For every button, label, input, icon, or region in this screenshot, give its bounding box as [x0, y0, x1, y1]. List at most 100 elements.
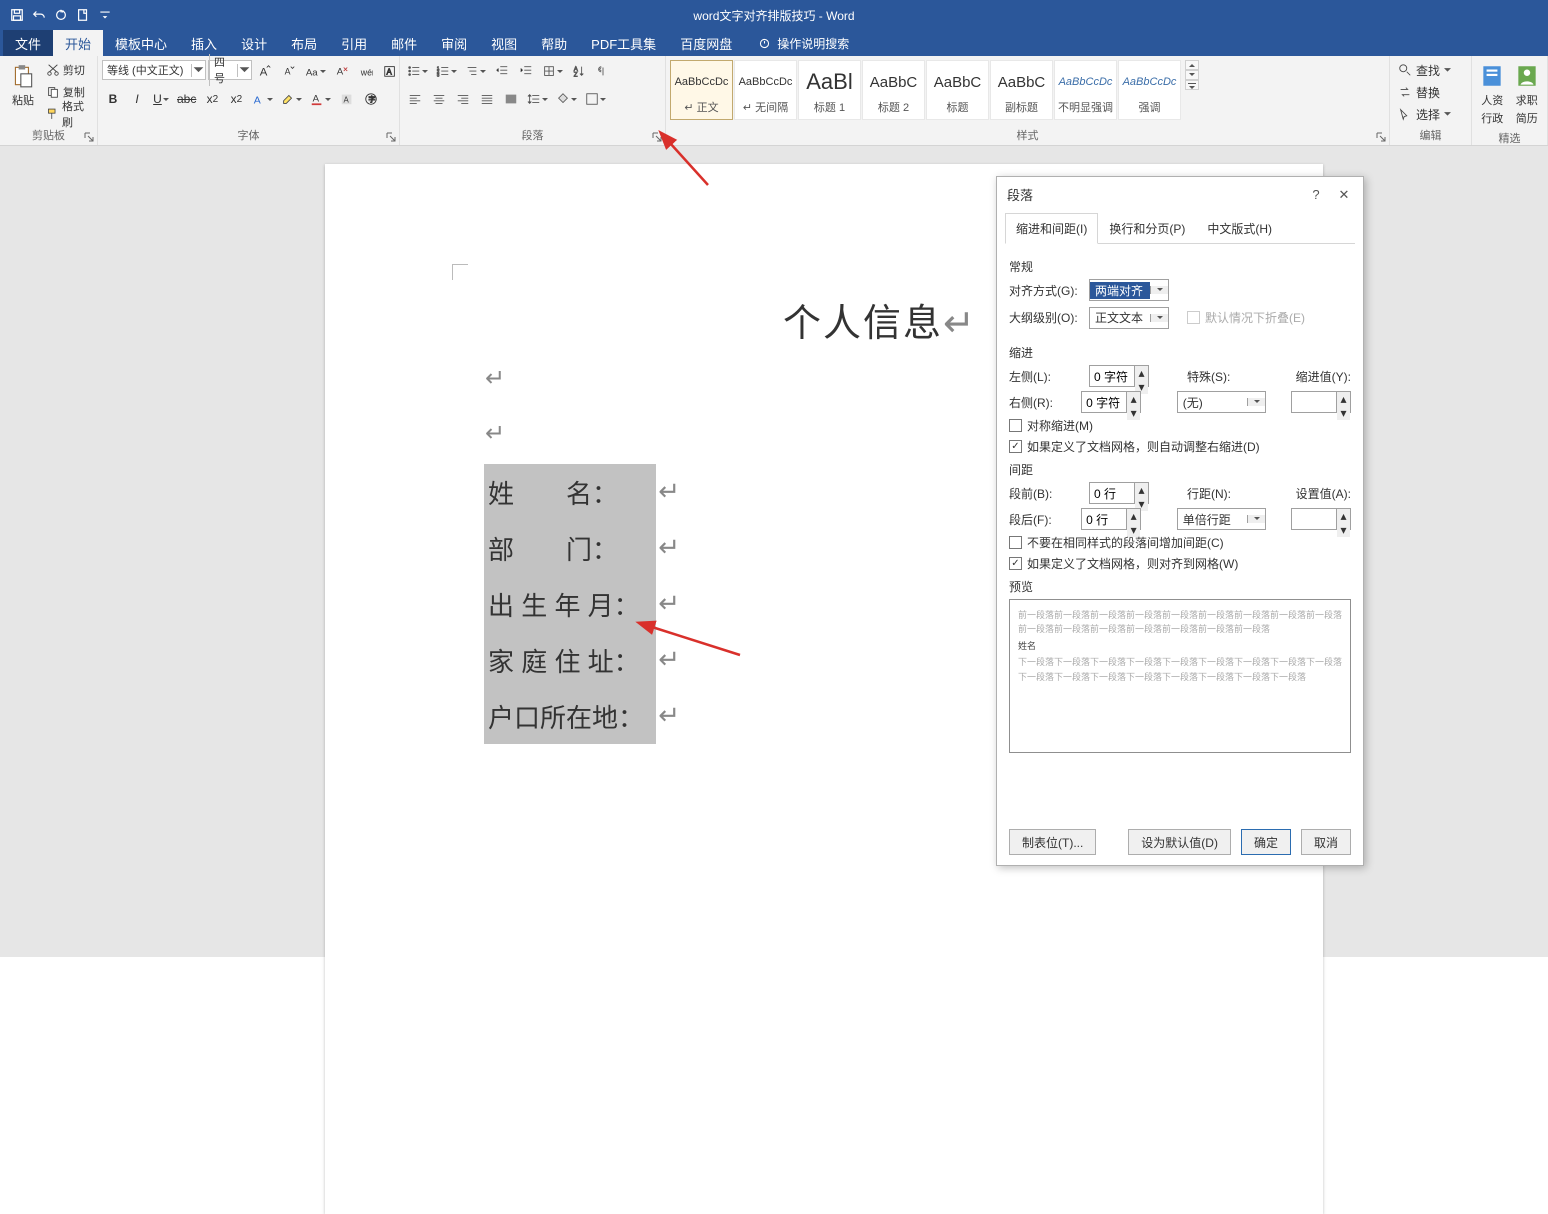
numbering-icon[interactable]: 123 — [433, 60, 460, 82]
selected-line[interactable]: 出 生 年 月：↵ — [484, 576, 656, 632]
selected-line[interactable]: 部 门：↵ — [484, 520, 656, 576]
align-distribute-icon[interactable] — [500, 88, 522, 110]
line-spacing-icon[interactable] — [524, 88, 551, 110]
tell-me-search[interactable]: 操作说明搜索 — [758, 30, 849, 56]
selected-line[interactable]: 家 庭 住 址：↵ — [484, 632, 656, 688]
char-border-icon[interactable]: A — [379, 60, 401, 82]
ok-button[interactable]: 确定 — [1241, 829, 1291, 855]
chevron-down-icon[interactable] — [1247, 515, 1265, 523]
spin-up-icon[interactable]: ▴ — [1135, 366, 1148, 380]
grow-font-icon[interactable]: A — [254, 60, 276, 82]
font-name-combo[interactable]: 等线 (中文正文) — [102, 60, 206, 80]
cut-button[interactable]: 剪切 — [46, 60, 93, 80]
strikethrough-icon[interactable]: abc — [174, 88, 199, 110]
mirror-indent-checkbox[interactable]: 对称缩进(M) — [1009, 417, 1351, 434]
before-spinner[interactable]: ▴▾ — [1089, 482, 1149, 504]
selection-block[interactable]: 姓 名：↵部 门：↵出 生 年 月：↵家 庭 住 址：↵户口所在地：↵ — [484, 464, 656, 744]
phonetic-guide-icon[interactable]: wén — [355, 60, 377, 82]
dialog-tab-cjk[interactable]: 中文版式(H) — [1196, 213, 1283, 244]
shading-icon[interactable] — [553, 88, 580, 110]
dialog-help-icon[interactable]: ? — [1307, 187, 1325, 203]
italic-icon[interactable]: I — [126, 88, 148, 110]
underline-icon[interactable]: U — [150, 88, 172, 110]
tab-file[interactable]: 文件 — [3, 30, 53, 56]
clipboard-launcher-icon[interactable] — [83, 131, 95, 143]
style-item[interactable]: AaBbCcDc↵ 正文 — [670, 60, 733, 120]
spin-down-icon[interactable]: ▾ — [1337, 406, 1350, 420]
selected-line[interactable]: 姓 名：↵ — [484, 464, 656, 520]
new-doc-icon[interactable] — [72, 4, 94, 26]
font-launcher-icon[interactable] — [385, 131, 397, 143]
select-button[interactable]: 选择 — [1394, 104, 1455, 124]
borders-icon[interactable] — [582, 88, 609, 110]
asian-layout-icon[interactable] — [539, 60, 566, 82]
spin-up-icon[interactable]: ▴ — [1135, 483, 1148, 497]
spin-up-icon[interactable]: ▴ — [1127, 392, 1140, 406]
shrink-font-icon[interactable]: A — [278, 60, 300, 82]
enclose-char-icon[interactable]: 字 — [360, 88, 382, 110]
decrease-indent-icon[interactable] — [491, 60, 513, 82]
chevron-down-icon[interactable] — [237, 64, 251, 77]
dialog-tab-linebreak[interactable]: 换行和分页(P) — [1098, 213, 1196, 244]
undo-icon[interactable] — [28, 4, 50, 26]
style-item[interactable]: AaBbCcDc↵ 无间隔 — [734, 60, 797, 120]
set-default-button[interactable]: 设为默认值(D) — [1128, 829, 1231, 855]
alignment-combo[interactable]: 两端对齐 — [1089, 279, 1169, 301]
align-left-icon[interactable] — [404, 88, 426, 110]
tab-template[interactable]: 模板中心 — [103, 30, 179, 56]
tab-mail[interactable]: 邮件 — [379, 30, 429, 56]
redo-icon[interactable] — [50, 4, 72, 26]
outline-combo[interactable]: 正文文本 — [1089, 307, 1169, 329]
tab-design[interactable]: 设计 — [229, 30, 279, 56]
gallery-more-icon[interactable] — [1185, 80, 1199, 90]
style-item[interactable]: AaBbCcDc强调 — [1118, 60, 1181, 120]
save-icon[interactable] — [6, 4, 28, 26]
tab-home[interactable]: 开始 — [53, 30, 103, 56]
tab-insert[interactable]: 插入 — [179, 30, 229, 56]
superscript-icon[interactable]: x2 — [225, 88, 247, 110]
gallery-down-icon[interactable] — [1185, 70, 1199, 80]
clear-format-icon[interactable]: A — [331, 60, 353, 82]
styles-launcher-icon[interactable] — [1375, 131, 1387, 143]
spin-down-icon[interactable]: ▾ — [1127, 406, 1140, 420]
resume-addin-button[interactable]: 求职简历 — [1511, 60, 1544, 128]
format-painter-button[interactable]: 格式刷 — [46, 104, 93, 124]
char-shading-icon[interactable]: A — [336, 88, 358, 110]
increase-indent-icon[interactable] — [515, 60, 537, 82]
tab-references[interactable]: 引用 — [329, 30, 379, 56]
replace-button[interactable]: 替换 — [1394, 82, 1455, 102]
show-marks-icon[interactable] — [592, 60, 614, 82]
special-combo[interactable]: (无) — [1177, 391, 1266, 413]
tabs-button[interactable]: 制表位(T)... — [1009, 829, 1096, 855]
align-justify-icon[interactable] — [476, 88, 498, 110]
style-item[interactable]: AaBbC标题 — [926, 60, 989, 120]
font-size-combo[interactable]: 四号 — [208, 60, 252, 80]
cancel-button[interactable]: 取消 — [1301, 829, 1351, 855]
spin-up-icon[interactable]: ▴ — [1337, 509, 1350, 523]
highlight-icon[interactable] — [278, 88, 305, 110]
chevron-down-icon[interactable] — [1247, 398, 1265, 406]
style-item[interactable]: AaBbC副标题 — [990, 60, 1053, 120]
style-item[interactable]: AaBbCcDc不明显强调 — [1054, 60, 1117, 120]
bold-icon[interactable]: B — [102, 88, 124, 110]
dont-add-checkbox[interactable]: 不要在相同样式的段落间增加间距(C) — [1009, 534, 1351, 551]
selected-line[interactable]: 户口所在地：↵ — [484, 688, 656, 744]
change-case-icon[interactable]: Aa — [302, 60, 329, 82]
chevron-down-icon[interactable] — [191, 64, 205, 77]
find-button[interactable]: 查找 — [1394, 60, 1455, 80]
tab-help[interactable]: 帮助 — [529, 30, 579, 56]
multilevel-list-icon[interactable] — [462, 60, 489, 82]
subscript-icon[interactable]: x2 — [201, 88, 223, 110]
font-color-icon[interactable]: A — [307, 88, 334, 110]
chevron-down-icon[interactable] — [1150, 286, 1168, 294]
tab-baidu[interactable]: 百度网盘 — [668, 30, 744, 56]
paste-button[interactable]: 粘贴 — [4, 60, 42, 110]
tab-layout[interactable]: 布局 — [279, 30, 329, 56]
at-spinner[interactable]: ▴▾ — [1291, 508, 1351, 530]
chevron-down-icon[interactable] — [1150, 314, 1168, 322]
spin-up-icon[interactable]: ▴ — [1337, 392, 1350, 406]
left-indent-spinner[interactable]: ▴▾ — [1089, 365, 1149, 387]
indent-by-spinner[interactable]: ▴▾ — [1291, 391, 1351, 413]
close-icon[interactable]: ✕ — [1335, 187, 1353, 203]
adjust-right-checkbox[interactable]: ✓如果定义了文档网格，则自动调整右缩进(D) — [1009, 438, 1351, 455]
